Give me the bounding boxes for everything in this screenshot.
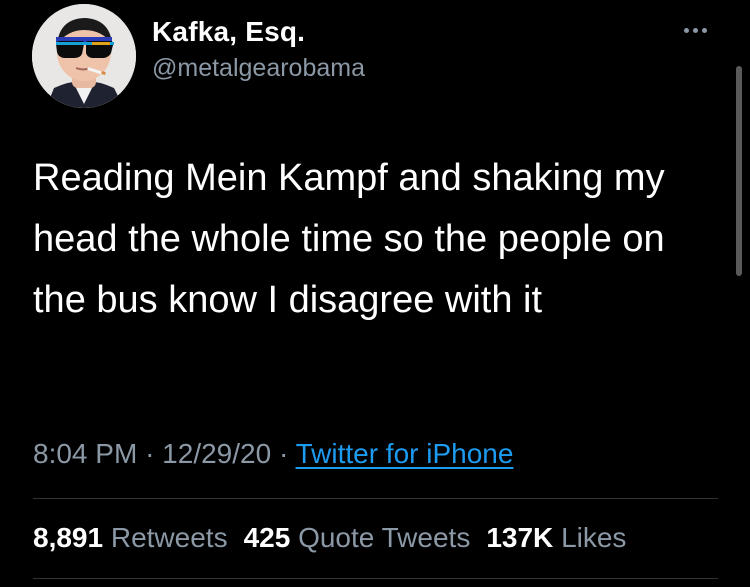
tweet-date: 12/29/20: [162, 438, 272, 469]
retweets-label: Retweets: [110, 522, 228, 553]
divider: [33, 498, 718, 499]
tweet-source-link[interactable]: Twitter for iPhone: [296, 438, 514, 469]
retweets-count: 8,891: [33, 522, 104, 553]
divider: [33, 578, 718, 579]
quote-tweets-stat[interactable]: 425 Quote Tweets: [244, 522, 471, 553]
scrollbar[interactable]: [736, 66, 742, 276]
likes-stat[interactable]: 137K Likes: [486, 522, 626, 553]
engagement-stats: 8,891 Retweets 425 Quote Tweets 137K Likes: [33, 522, 642, 554]
avatar[interactable]: [32, 4, 136, 108]
more-dot: [684, 28, 689, 33]
tweet-text: Reading Mein Kampf and shaking my head t…: [33, 157, 665, 321]
meta-separator: ·: [278, 438, 289, 469]
likes-label: Likes: [561, 522, 627, 553]
meta-separator: ·: [145, 438, 155, 469]
tweet-detail: Kafka, Esq. @metalgearobama Reading Mein…: [0, 0, 750, 587]
retweets-stat[interactable]: 8,891 Retweets: [33, 522, 228, 553]
display-name[interactable]: Kafka, Esq.: [152, 16, 305, 48]
tweet-meta: 8:04 PM · 12/29/20 · Twitter for iPhone: [33, 438, 513, 470]
tweet-time: 8:04 PM: [33, 438, 138, 469]
more-options-icon[interactable]: [676, 16, 716, 46]
user-handle[interactable]: @metalgearobama: [152, 54, 365, 83]
more-dot: [693, 28, 698, 33]
quote-tweets-label: Quote Tweets: [298, 522, 471, 553]
more-dot: [702, 28, 707, 33]
likes-count: 137K: [486, 522, 554, 553]
quote-tweets-count: 425: [243, 522, 291, 553]
